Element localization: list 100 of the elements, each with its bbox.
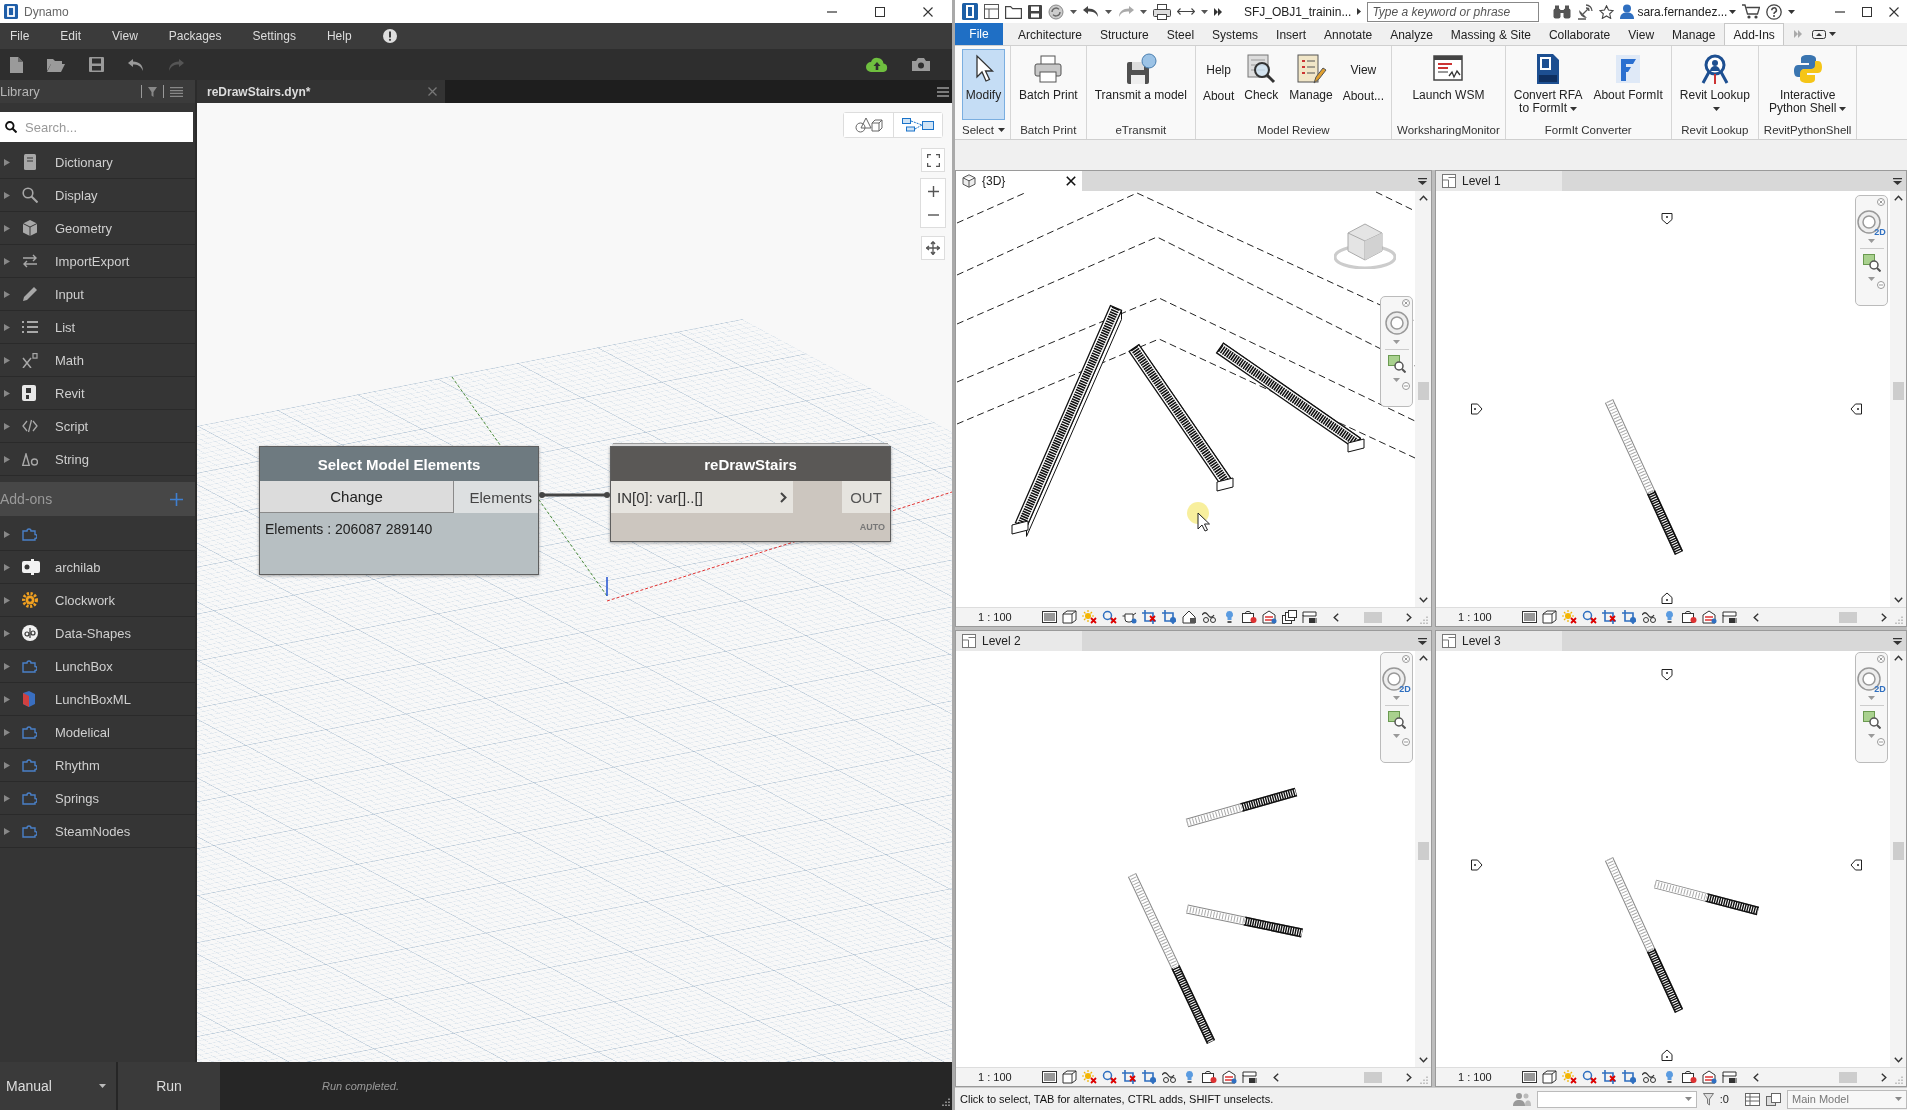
briefcase-icon[interactable] [1682,610,1697,624]
dropdown-icon[interactable] [1418,637,1427,645]
briefcase-icon[interactable] [1202,1070,1217,1084]
new-file-icon[interactable] [10,56,23,73]
library-package[interactable]: Springs [0,782,195,815]
satellite-dish-icon[interactable] [1577,3,1594,20]
crop-icon[interactable] [1622,1070,1637,1084]
file-menu-tab[interactable]: File [955,23,1003,45]
node[interactable]: Select Model Elements Change Elements Elements : 206087 289140 [259,446,539,575]
library-package[interactable]: Modelical [0,716,195,749]
help-icon[interactable] [1766,3,1783,20]
menu-item[interactable]: View [112,29,138,43]
elevation-marker-icon[interactable] [1471,859,1483,871]
ribbon-tab[interactable]: Systems [1203,23,1268,45]
menu-item[interactable]: Help [326,29,352,43]
elevation-marker-icon[interactable] [1471,403,1483,415]
box-stack-icon[interactable] [1282,610,1297,624]
ribbon-button[interactable]: Launch WSM [1408,49,1489,120]
undo-icon[interactable] [128,58,144,71]
cube-icon[interactable] [1542,610,1557,624]
ribbon-button[interactable]: Convert RFA to FormIt [1509,49,1587,120]
ribbon-button[interactable]: Modify [961,49,1006,120]
view-scale[interactable]: 1 : 100 [1458,611,1514,623]
ribbon-tab[interactable]: Annotate [1315,23,1382,45]
magnifier-cross-icon[interactable] [1582,610,1597,624]
library-category[interactable]: ImportExport [0,245,195,278]
frame-icon[interactable] [1522,1070,1537,1084]
scroll-thumb[interactable] [1417,842,1429,861]
ribbon-tab[interactable]: Collaborate [1539,23,1620,45]
pan-button[interactable] [921,236,945,260]
fit-view-button[interactable] [921,148,945,172]
sun-cross-icon[interactable] [1562,610,1577,624]
sun-cross-icon[interactable] [1562,1070,1577,1084]
library-package[interactable]: SteamNodes [0,815,195,848]
node[interactable]: reDrawStairs IN[0]: var[]..[] OUT AUTO [610,446,891,542]
crop-icon[interactable] [1622,610,1637,624]
vertical-scrollbar[interactable] [1415,191,1431,607]
library-category[interactable]: Math [0,344,195,377]
library-category[interactable]: Display [0,179,195,212]
menu-icon[interactable] [937,86,949,97]
ribbon-tab[interactable]: Add-Ins [1724,23,1784,45]
run-mode-dropdown[interactable]: Manual [0,1062,116,1110]
caret-icon[interactable] [1201,9,1208,14]
vertical-scrollbar[interactable] [1890,651,1906,1067]
cube-icon[interactable] [1062,1070,1077,1084]
sun-cross-icon[interactable] [1082,610,1097,624]
caret-icon[interactable] [1070,9,1077,14]
ribbon-button[interactable]: About... [1339,87,1388,105]
glasses-icon[interactable] [1202,610,1217,624]
change-button[interactable]: Change [260,481,454,513]
caret-icon[interactable] [1140,9,1147,14]
measure-icon[interactable] [1177,7,1195,16]
library-package[interactable]: LunchBox [0,650,195,683]
magnifier-cross-icon[interactable] [1582,1070,1597,1084]
zoom-region-icon[interactable] [1862,254,1881,272]
ribbon-button[interactable]: View [1339,61,1388,79]
camera-icon[interactable] [912,58,930,71]
close-icon[interactable] [1066,176,1076,186]
design-option-dropdown[interactable]: Main Model [1787,1089,1907,1109]
library-package[interactable]: Rhythm [0,749,195,782]
view-scale[interactable]: 1 : 100 [1458,1071,1514,1083]
menu-item[interactable]: Packages [168,29,222,43]
vertical-scrollbar[interactable] [1890,191,1906,607]
ribbon-tab[interactable]: Manage [1663,23,1725,45]
ribbon-button[interactable]: Transmit a model [1090,49,1191,120]
output-port[interactable]: OUT [842,481,890,513]
building-icon[interactable] [1222,1070,1237,1084]
ribbon-tab[interactable]: View [1619,23,1664,45]
zoom-region-icon[interactable] [1387,355,1406,373]
alert-icon[interactable] [382,29,397,43]
ribbon-tab[interactable]: Architecture [1009,23,1092,45]
frame-lock-icon[interactable] [1722,1070,1737,1084]
ribbon-tab[interactable]: Steel [1157,23,1204,45]
graph-view-button[interactable] [893,113,942,137]
cart-icon[interactable] [1742,4,1761,19]
cloud-upload-icon[interactable] [866,57,888,72]
window-icon[interactable] [984,4,999,19]
library-category[interactable]: Geometry [0,212,195,245]
building-icon[interactable] [1702,610,1717,624]
double-chevron-icon[interactable] [1214,7,1222,16]
glasses-icon[interactable] [1642,610,1657,624]
sync-icon[interactable] [1048,3,1064,20]
star-icon[interactable] [1599,4,1615,19]
ribbon-button[interactable]: Check [1240,49,1283,120]
layers-icon[interactable] [1766,1092,1781,1106]
library-category[interactable]: List [0,311,195,344]
undo-icon[interactable] [1083,6,1099,17]
briefcase-icon[interactable] [1682,1070,1697,1084]
crop-icon[interactable] [1122,1070,1137,1084]
panel-toggle-button[interactable] [1811,29,1836,39]
library-package[interactable]: LunchBoxML [0,683,195,716]
ribbon-button[interactable]: Manage [1285,49,1337,120]
sun-cross-icon[interactable] [1082,1070,1097,1084]
scroll-thumb[interactable] [1364,1071,1382,1083]
vertical-scrollbar[interactable] [1415,651,1431,1067]
elevation-marker-icon[interactable] [1661,1049,1673,1061]
binoculars-icon[interactable] [1553,4,1572,19]
logo-icon[interactable] [962,3,978,20]
elevation-marker-icon[interactable] [1661,592,1673,604]
elevation-marker-icon[interactable] [1850,403,1862,415]
